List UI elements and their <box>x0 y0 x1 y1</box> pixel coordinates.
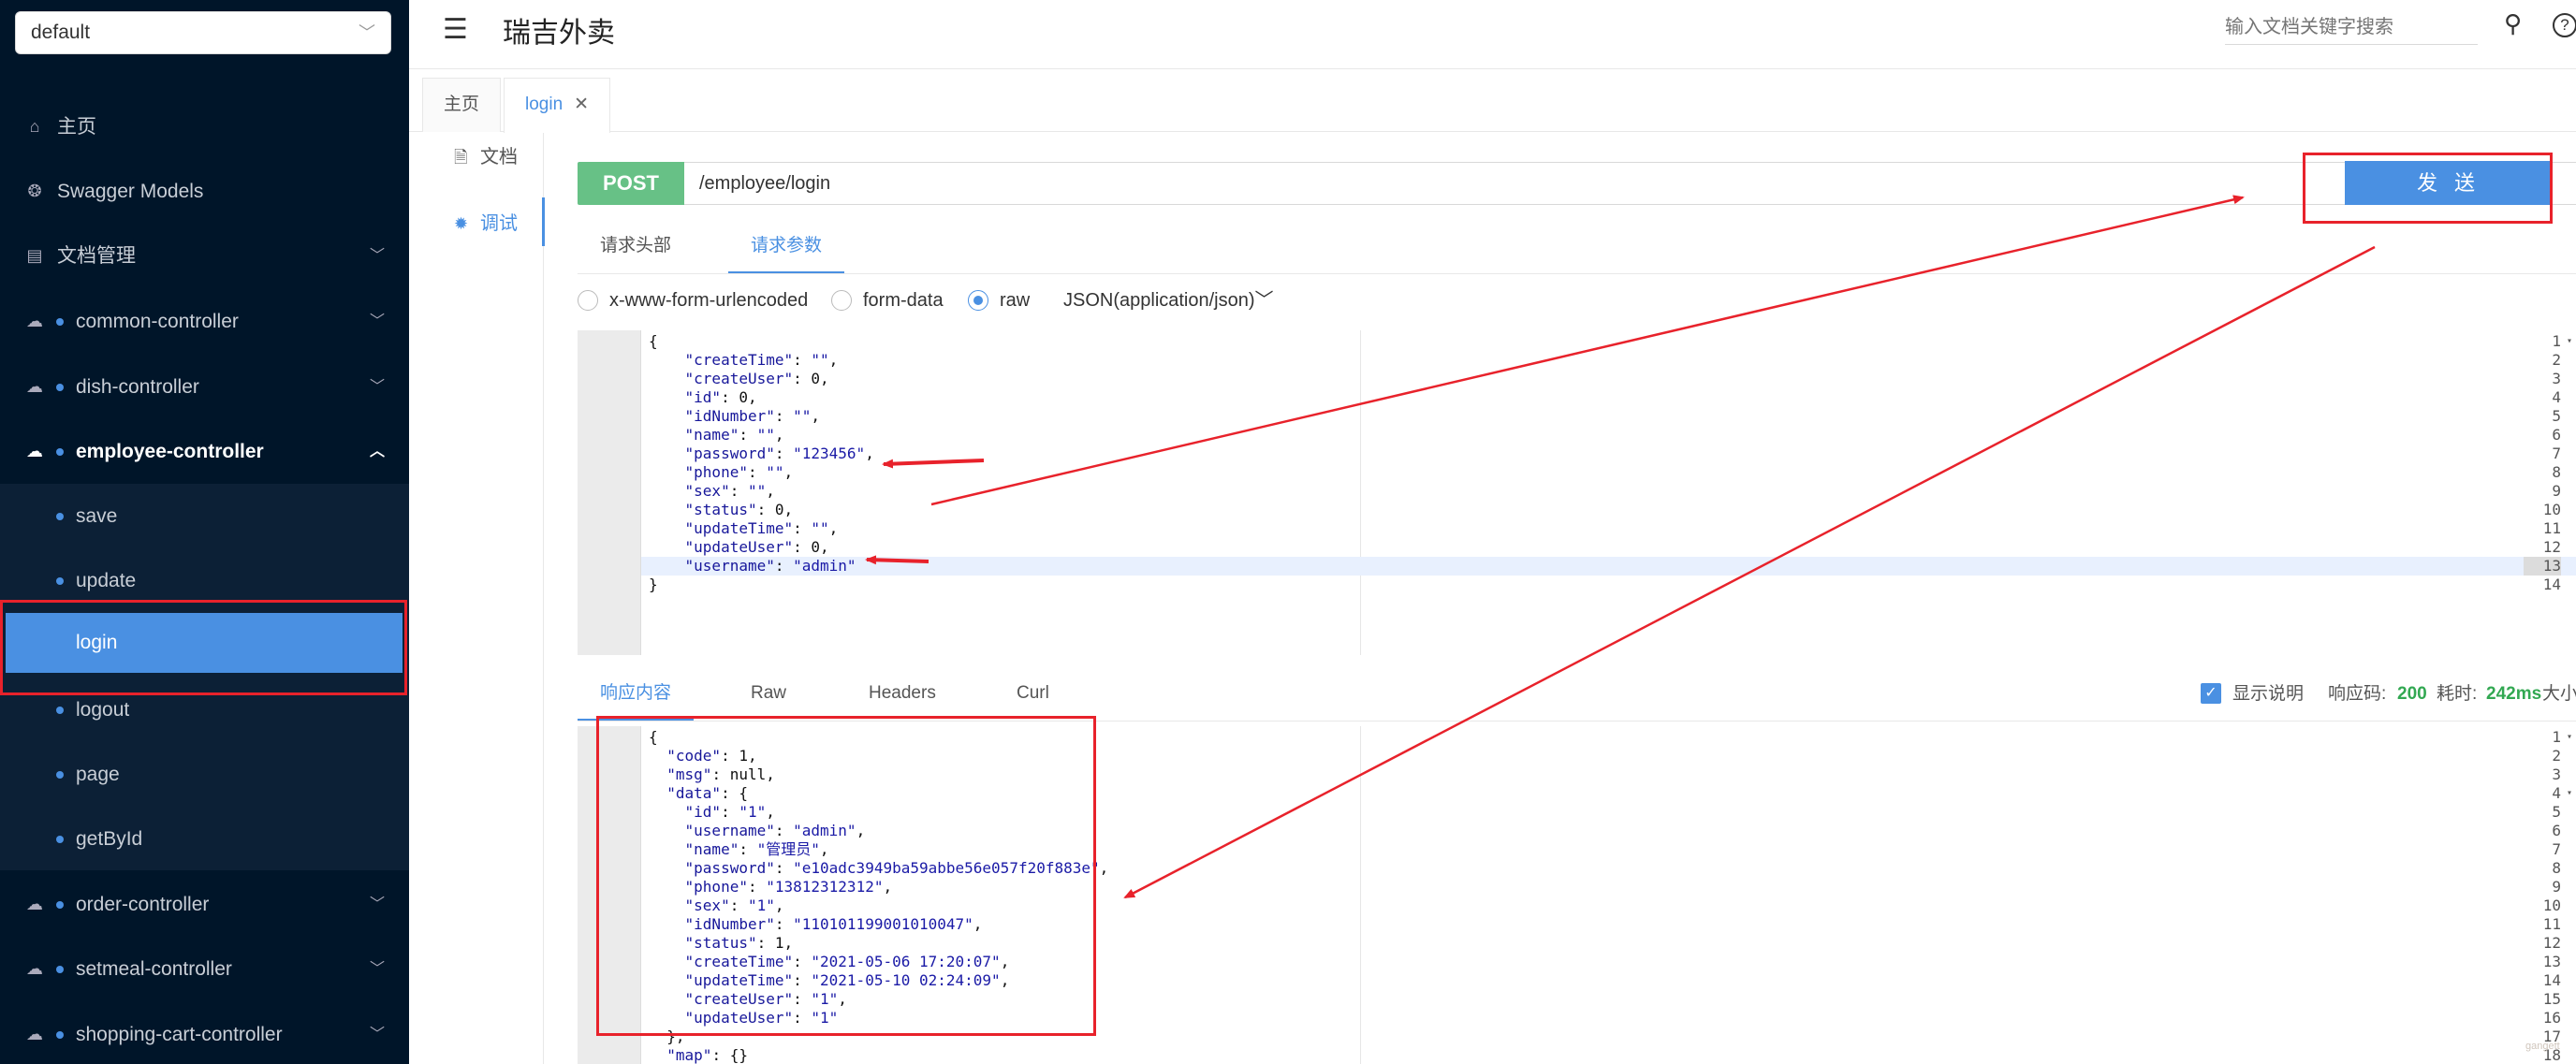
arrow-password <box>882 459 985 469</box>
arrow-username <box>865 555 929 565</box>
arrow-to-send <box>930 195 2245 506</box>
arrow-to-response <box>1123 245 2376 899</box>
annotation-arrows <box>865 195 2376 899</box>
watermark: gangett <box>2525 1041 2560 1052</box>
app-root: default ﹀ ⌂ 主页 ❂ Swagger Models ▤ 文档管理 ﹀… <box>0 0 2576 1064</box>
